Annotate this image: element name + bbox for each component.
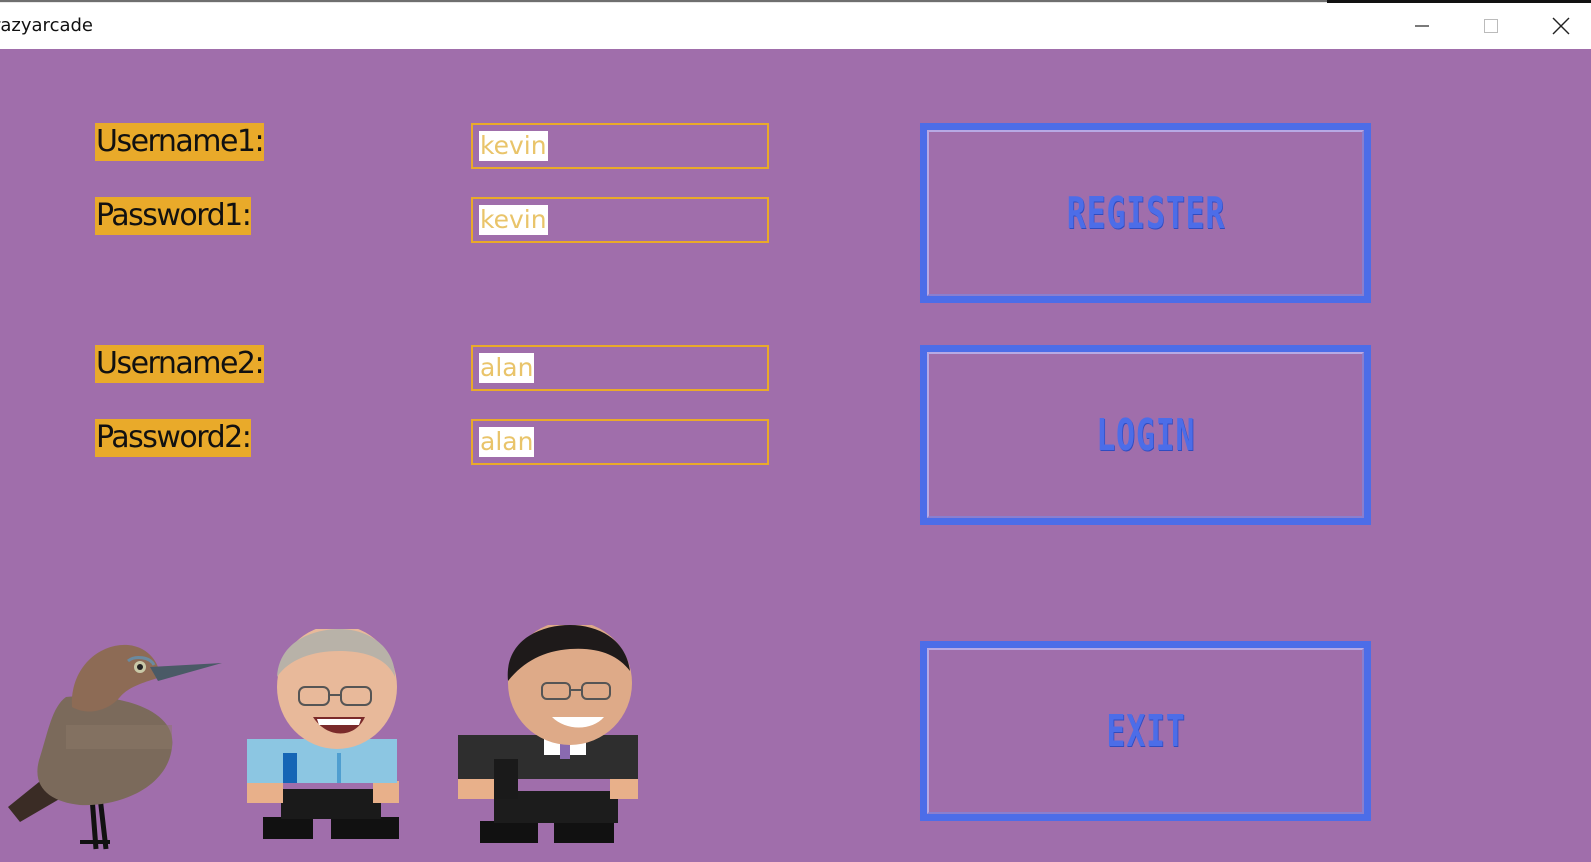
username2-input[interactable]: alan (471, 345, 769, 391)
password2-value: alan (479, 427, 535, 457)
player2-character-icon (458, 625, 638, 843)
register-button-label: REGISTER (1066, 187, 1225, 239)
close-icon (1552, 17, 1570, 35)
password1-value: kevin (479, 205, 548, 235)
username1-input[interactable]: kevin (471, 123, 769, 169)
app-window: razyarcade Username1: kevin Password1: k… (0, 0, 1591, 862)
username1-label: Username1: (95, 123, 265, 161)
bird-sprite-icon (8, 644, 222, 850)
close-button[interactable] (1530, 3, 1591, 49)
login-panel: Username1: kevin Password1: kevin Userna… (0, 49, 1591, 862)
password1-input[interactable]: kevin (471, 197, 769, 243)
username2-value: alan (479, 353, 535, 383)
exit-button[interactable]: EXIT (920, 641, 1371, 821)
password1-label: Password1: (95, 197, 252, 235)
window-title: razyarcade (0, 15, 93, 36)
player1-character-icon (247, 629, 399, 839)
title-bar[interactable]: razyarcade (0, 3, 1591, 49)
login-button[interactable]: LOGIN (920, 345, 1371, 525)
password2-input[interactable]: alan (471, 419, 769, 465)
register-button[interactable]: REGISTER (920, 123, 1371, 303)
login-button-label: LOGIN (1096, 409, 1195, 461)
password2-label: Password2: (95, 419, 252, 457)
username1-value: kevin (479, 131, 548, 161)
maximize-icon (1484, 19, 1498, 33)
exit-button-label: EXIT (1105, 705, 1186, 757)
maximize-button[interactable] (1460, 3, 1522, 49)
username2-label: Username2: (95, 345, 265, 383)
minimize-button[interactable] (1391, 3, 1453, 49)
minimize-icon (1415, 25, 1429, 27)
